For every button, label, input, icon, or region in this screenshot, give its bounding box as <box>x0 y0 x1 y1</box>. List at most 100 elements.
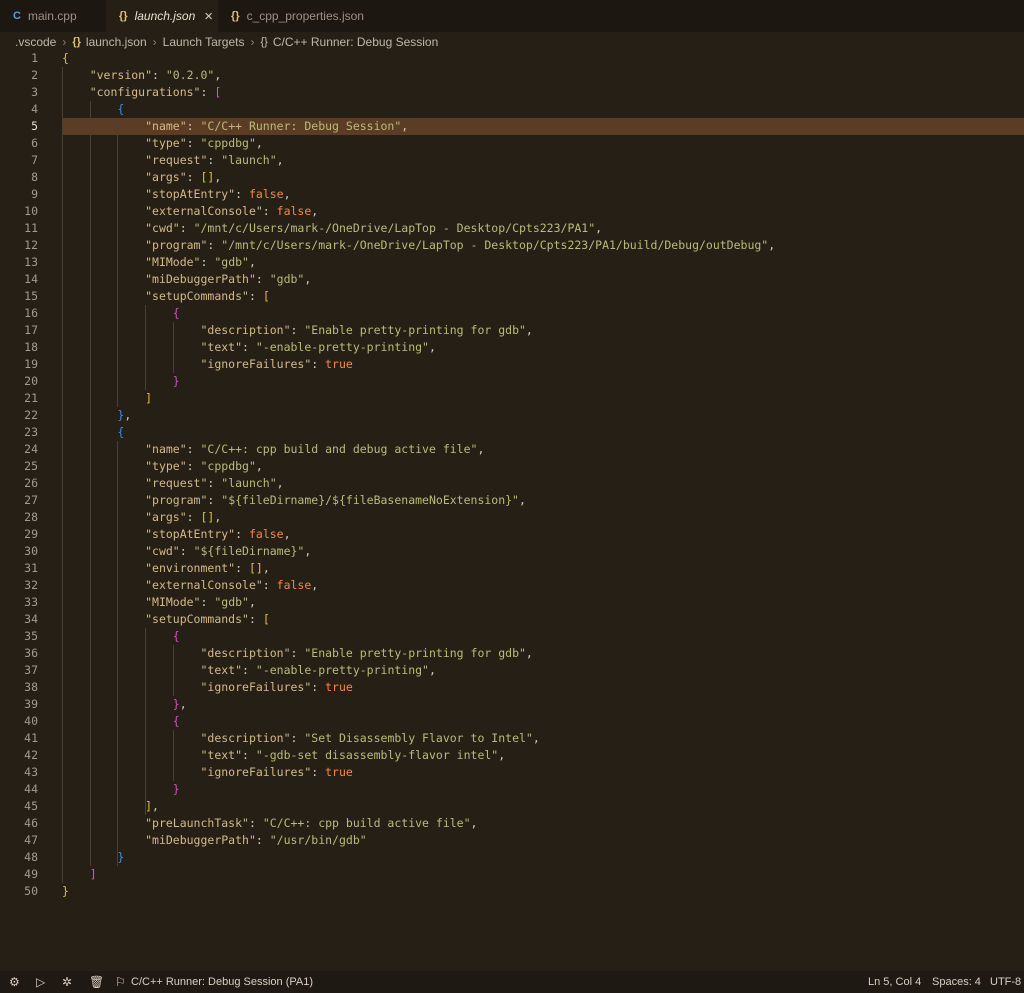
code-line[interactable]: { <box>62 628 180 645</box>
code-token: : <box>207 238 222 252</box>
code-line[interactable]: "ignoreFailures": true <box>62 356 353 373</box>
code-line[interactable]: "MIMode": "gdb", <box>62 254 256 271</box>
code-line[interactable]: "text": "-gdb-set disassembly-flavor int… <box>62 747 505 764</box>
code-token: : <box>311 680 326 694</box>
code-token: : <box>248 289 263 303</box>
code-line[interactable]: "miDebuggerPath": "gdb", <box>62 271 311 288</box>
code-token: : <box>186 119 201 133</box>
line-number: 42 <box>24 748 38 762</box>
launch-config-label[interactable]: C/C++ Runner: Debug Session (PA1) <box>131 971 313 993</box>
code-token: , <box>255 136 263 150</box>
code-token: } <box>172 374 180 388</box>
encoding[interactable]: UTF-8 <box>990 971 1021 993</box>
code-line[interactable]: "ignoreFailures": true <box>62 764 352 781</box>
code-token: , <box>214 170 222 184</box>
code-line[interactable]: "preLaunchTask": "C/C++: cpp build activ… <box>62 815 477 832</box>
tab-bar: C main.cpp {} launch.json × {} c_cpp_pro… <box>0 0 1024 32</box>
cursor-position[interactable]: Ln 5, Col 4 <box>868 971 921 993</box>
code-line[interactable]: "miDebuggerPath": "/usr/bin/gdb" <box>62 832 367 849</box>
code-editor[interactable]: 1 {2 "version": "0.2.0", 3 "configurations… <box>0 50 1024 970</box>
code-line[interactable]: "request": "launch", <box>62 152 284 169</box>
code-line[interactable]: "text": "-enable-pretty-printing", <box>62 662 435 679</box>
code-line[interactable]: "description": "Enable pretty-printing f… <box>62 322 532 339</box>
code-line[interactable]: } <box>62 849 124 866</box>
run-icon[interactable]: ▷ <box>36 971 45 993</box>
line-number: 38 <box>24 680 38 694</box>
code-line[interactable]: { <box>62 101 124 118</box>
trash-icon[interactable]: 🗑 <box>89 971 104 993</box>
code-line[interactable]: "environment": [], <box>62 560 270 577</box>
line-number: 24 <box>24 442 38 456</box>
code-line[interactable]: } <box>62 373 180 390</box>
tab-launch-json[interactable]: {} launch.json × <box>106 0 218 32</box>
code-line[interactable]: }, <box>62 696 187 713</box>
code-line[interactable]: "type": "cppdbg", <box>62 458 263 475</box>
breadcrumb-folder[interactable]: .vscode <box>15 35 56 49</box>
code-line[interactable]: "name": "C/C++: cpp build and debug acti… <box>62 441 484 458</box>
code-line[interactable]: { <box>62 424 124 441</box>
line-number: 6 <box>31 136 38 150</box>
code-token: "gdb" <box>269 272 305 286</box>
code-line[interactable]: "program": "/mnt/c/Users/mark-/OneDrive/… <box>62 237 775 254</box>
code-line[interactable]: "stopAtEntry": false, <box>62 526 290 543</box>
code-line[interactable]: "name": "C/C++ Runner: Debug Session", <box>62 118 408 135</box>
code-token: , <box>477 442 485 456</box>
code-line[interactable]: "MIMode": "gdb", <box>62 594 256 611</box>
code-line[interactable]: "description": "Enable pretty-printing f… <box>62 645 532 662</box>
breadcrumb-section[interactable]: Launch Targets <box>163 35 245 49</box>
code-token: "args" <box>145 510 187 524</box>
gear-icon[interactable]: ⚙ <box>9 971 20 993</box>
code-line[interactable]: { <box>62 50 69 67</box>
code-line[interactable]: { <box>62 305 180 322</box>
line-number: 46 <box>24 816 38 830</box>
code-line[interactable]: ] <box>62 866 97 883</box>
code-line[interactable]: "setupCommands": [ <box>62 288 270 305</box>
tab-label: c_cpp_properties.json <box>246 9 364 23</box>
line-number: 47 <box>24 833 38 847</box>
code-line[interactable]: "request": "launch", <box>62 475 284 492</box>
code-token: true <box>325 357 353 371</box>
cpp-file-icon: C <box>13 10 21 22</box>
code-token: : <box>242 748 256 762</box>
code-line[interactable]: } <box>62 781 180 798</box>
code-line[interactable]: "setupCommands": [ <box>62 611 270 628</box>
code-line[interactable]: "type": "cppdbg", <box>62 135 263 152</box>
code-line[interactable]: { <box>62 713 180 730</box>
debug-icon[interactable]: ✲ <box>62 971 72 993</box>
code-line[interactable]: "cwd": "${fileDirname}", <box>62 543 311 560</box>
code-token: "-enable-pretty-printing" <box>255 340 429 354</box>
code-line[interactable]: }, <box>62 407 131 424</box>
code-line[interactable]: "args": [], <box>62 509 221 526</box>
code-token: "text" <box>200 340 243 354</box>
breadcrumb-symbol[interactable]: C/C++ Runner: Debug Session <box>273 35 438 49</box>
code-line[interactable]: ] <box>62 390 152 407</box>
breadcrumb-file[interactable]: launch.json <box>86 35 147 49</box>
code-token: : <box>186 459 201 473</box>
tab-c-cpp-properties[interactable]: {} c_cpp_properties.json <box>218 0 378 32</box>
close-icon[interactable]: × <box>204 8 213 25</box>
code-line[interactable]: } <box>62 883 69 900</box>
code-line[interactable]: "text": "-enable-pretty-printing", <box>62 339 435 356</box>
code-line[interactable]: "stopAtEntry": false, <box>62 186 290 203</box>
tab-main-cpp[interactable]: C main.cpp <box>0 0 106 32</box>
code-line[interactable]: "ignoreFailures": true <box>62 679 352 696</box>
code-line[interactable]: "program": "${fileDirname}/${fileBasenam… <box>62 492 526 509</box>
code-line[interactable]: "version": "0.2.0", <box>62 67 222 84</box>
code-token: : <box>200 595 215 609</box>
code-line[interactable]: "args": [], <box>62 169 221 186</box>
code-line[interactable]: "cwd": "/mnt/c/Users/mark-/OneDrive/LapT… <box>62 220 602 237</box>
code-token: : <box>207 493 222 507</box>
indentation[interactable]: Spaces: 4 <box>932 971 981 993</box>
code-line[interactable]: "description": "Set Disassembly Flavor t… <box>62 730 539 747</box>
code-token: : <box>235 187 249 201</box>
code-line[interactable]: "configurations": [ <box>62 84 222 101</box>
code-line[interactable]: "externalConsole": false, <box>62 203 318 220</box>
code-line[interactable]: "externalConsole": false, <box>62 577 318 594</box>
line-number: 1 <box>31 51 38 65</box>
